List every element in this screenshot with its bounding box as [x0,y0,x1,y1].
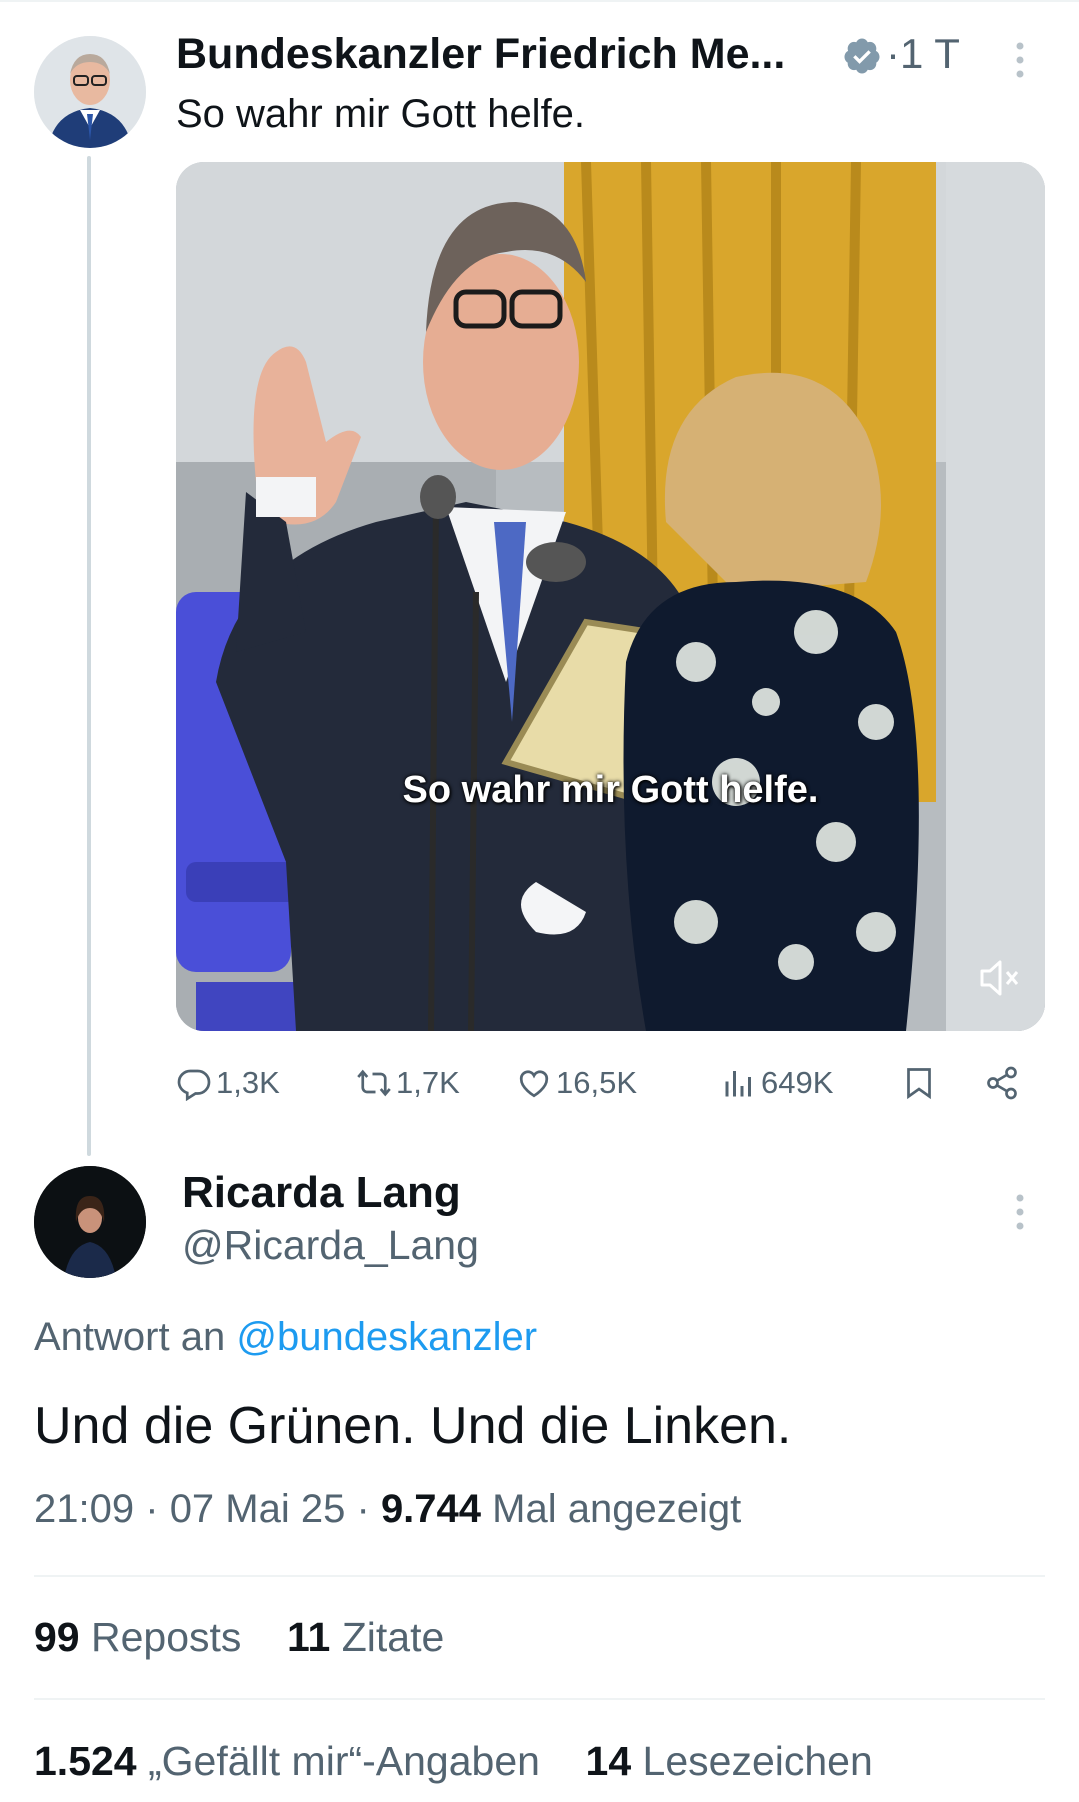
bookmarks-stat[interactable]: 14 Lesezeichen [586,1738,873,1784]
meta-separator: · [356,1487,370,1531]
more-options-icon[interactable] [1010,1190,1030,1234]
bookmark-icon [907,1068,931,1100]
repost-icon [357,1069,391,1097]
reposts-label: Reposts [91,1614,242,1660]
reposts-count: 99 [34,1614,80,1660]
share-button[interactable] [984,1058,1024,1108]
likes-stat[interactable]: 1.524 „Gefällt mir“-Angaben [34,1738,540,1784]
post-text: Und die Grünen. Und die Linken. [34,1397,792,1455]
author-handle[interactable]: @Ricarda_Lang [182,1222,479,1269]
divider [34,1698,1045,1700]
likes-count: 1.524 [34,1738,137,1784]
divider [34,1575,1045,1577]
post-meta: 21:09 · 07 Mai 25 · 9.744 Mal angezeigt [34,1487,741,1532]
share-icon [987,1066,1017,1100]
likes-label: „Gefällt mir“-Angaben [148,1738,540,1784]
repost-quote-stats: 99 Reposts 11 Zitate [34,1614,444,1661]
video-player[interactable]: So wahr mir Gott helfe. [176,162,1045,1031]
more-options-icon[interactable] [1010,38,1030,82]
video-frame [176,162,1045,1031]
views-icon [725,1071,751,1097]
video-caption: So wahr mir Gott helfe. [402,769,819,811]
quotes-stat[interactable]: 11 Zitate [287,1614,444,1660]
post-time[interactable]: ·1 T [886,30,960,78]
bookmark-button[interactable] [901,1058,941,1108]
avatar[interactable] [34,36,146,148]
views-count: 9.744 [380,1487,482,1531]
time-separator: · [886,30,900,77]
post-time[interactable]: 21:09 [34,1487,134,1531]
like-count: 16,5K [556,1065,638,1100]
reply-context: Antwort an @bundeskanzler [34,1315,537,1360]
reply-button[interactable]: 1,3K [176,1058,280,1108]
quotes-label: Zitate [341,1614,445,1660]
verified-badge-icon [844,38,880,74]
thread-line [87,156,91,1156]
reply-prefix: Antwort an [34,1315,226,1359]
mute-icon[interactable] [976,957,1024,999]
views-count: 649K [761,1065,834,1100]
post-date[interactable]: 07 Mai 25 [170,1487,346,1531]
meta-separator: · [145,1487,159,1531]
quotes-count: 11 [287,1614,331,1660]
author-name[interactable]: Ricarda Lang [182,1168,461,1218]
like-button[interactable]: 16,5K [516,1058,637,1108]
time-label: 1 T [900,30,960,77]
post-text: So wahr mir Gott helfe. [176,92,586,136]
reply-mention-link[interactable]: @bundeskanzler [236,1315,537,1359]
reply-icon [177,1069,211,1101]
views-label: Mal angezeigt [492,1487,742,1531]
action-bar: 1,3K 1,7K 16,5K 649K [176,1058,1045,1108]
author-name[interactable]: Bundeskanzler Friedrich Me... [176,30,785,79]
bookmarks-label: Lesezeichen [642,1738,873,1784]
like-bookmark-stats: 1.524 „Gefällt mir“-Angaben 14 Lesezeich… [34,1738,873,1785]
repost-count: 1,7K [396,1065,460,1100]
reposts-stat[interactable]: 99 Reposts [34,1614,241,1660]
reply-count: 1,3K [216,1065,280,1100]
heart-icon [519,1070,549,1098]
bookmarks-count: 14 [585,1738,632,1784]
top-divider [0,0,1079,2]
views-button[interactable]: 649K [721,1058,833,1108]
repost-button[interactable]: 1,7K [356,1058,460,1108]
avatar[interactable] [34,1166,146,1278]
